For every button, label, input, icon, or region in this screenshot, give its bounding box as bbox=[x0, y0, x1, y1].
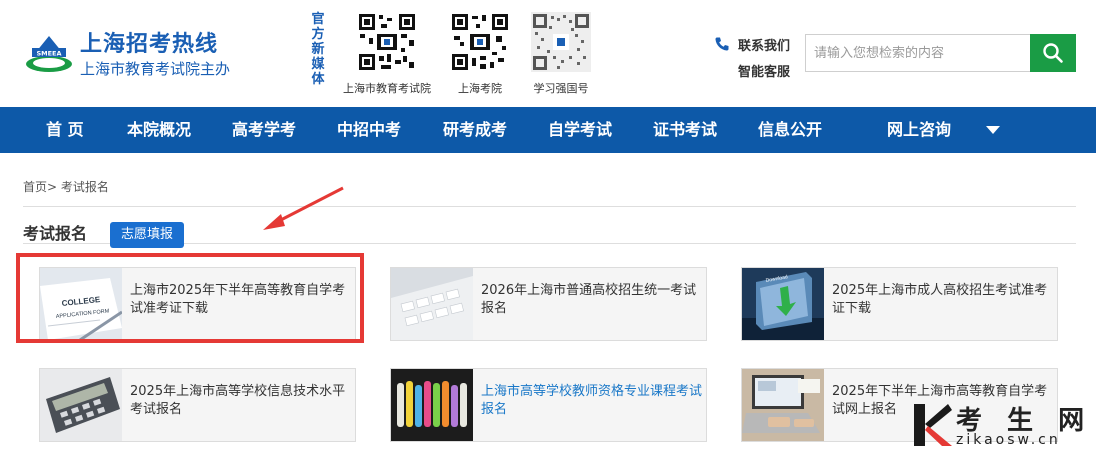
smart-service-link[interactable]: 智能客服 bbox=[716, 60, 796, 86]
keyboard-thumbnail bbox=[391, 268, 473, 340]
watermark-url: zikaosw.cn bbox=[956, 432, 1061, 448]
highlight-frame bbox=[16, 253, 364, 343]
qr-code-exam-authority[interactable]: 上海市教育考试院 bbox=[343, 12, 431, 96]
qr-code-icon bbox=[450, 12, 510, 72]
breadcrumb-current: 考试报名 bbox=[60, 180, 109, 194]
watermark-logo-icon bbox=[914, 404, 952, 446]
section-title: 考试报名 bbox=[23, 224, 88, 243]
volunteer-fill-button[interactable]: 志愿填报 bbox=[110, 222, 184, 248]
emblem-text: SMEEA bbox=[36, 50, 61, 58]
exam-card[interactable]: 上海市高等学校教师资格专业课程考试报名 bbox=[390, 368, 707, 442]
qr-code-xuexi[interactable]: 学习强国号 bbox=[531, 12, 591, 96]
card-title: 2025年上海市高等学校信息技术水平考试报名 bbox=[130, 384, 346, 417]
search-input[interactable] bbox=[806, 35, 1032, 71]
qr-code-kaoyuan[interactable]: 上海考院 bbox=[450, 12, 510, 96]
card-title: 2026年上海市普通高校招生统一考试报名 bbox=[481, 283, 697, 316]
nav-item-consult[interactable]: 网上咨询 bbox=[887, 107, 951, 153]
watermark: 考 生 网 zikaosw.cn bbox=[912, 398, 1096, 458]
card-title: 上海市高等学校教师资格专业课程考试报名 bbox=[481, 384, 703, 417]
qr-label: 学习强国号 bbox=[533, 82, 589, 95]
nav-item-yankao[interactable]: 研考成考 bbox=[443, 107, 507, 153]
qr-label: 上海考院 bbox=[458, 82, 502, 95]
nav-item-gaokao[interactable]: 高考学考 bbox=[232, 107, 296, 153]
nav-dropdown-arrow-icon[interactable] bbox=[986, 126, 1000, 134]
main-nav: 首 页 本院概况 高考学考 中招中考 研考成考 自学考试 证书考试 信息公开 网… bbox=[0, 107, 1096, 153]
search-button[interactable] bbox=[1030, 34, 1076, 72]
exam-card[interactable]: 2026年上海市普通高校招生统一考试报名 bbox=[390, 267, 707, 341]
annotation-arrow-icon bbox=[263, 186, 344, 230]
exam-card[interactable]: Download 2025年上海市成人高校招生考试准考证下载 bbox=[741, 267, 1058, 341]
site-header: SMEEA 上海招考热线 上海市教育考试院主办 官方新媒体 上海市教育考试院 上… bbox=[0, 0, 1096, 107]
card-title: 2025年上海市成人高校招生考试准考证下载 bbox=[832, 283, 1048, 316]
nav-item-zhongkao[interactable]: 中招中考 bbox=[337, 107, 401, 153]
phone-icon bbox=[715, 37, 729, 51]
nav-item-zikao[interactable]: 自学考试 bbox=[548, 107, 612, 153]
exam-card[interactable]: 2025年上海市高等学校信息技术水平考试报名 bbox=[39, 368, 356, 442]
download-folder-thumbnail: Download bbox=[742, 268, 824, 340]
qr-label: 上海市教育考试院 bbox=[343, 82, 431, 95]
nav-item-about[interactable]: 本院概况 bbox=[127, 107, 191, 153]
breadcrumb: 首页> 考试报名 bbox=[23, 178, 109, 195]
qr-code-icon bbox=[531, 12, 591, 72]
logo-subtitle: 上海市教育考试院主办 bbox=[80, 60, 231, 78]
laptop-thumbnail bbox=[742, 369, 824, 441]
breadcrumb-home[interactable]: 首页 bbox=[23, 180, 47, 194]
search-icon bbox=[1043, 43, 1063, 63]
logo-title: 上海招考热线 bbox=[80, 32, 219, 57]
breadcrumb-separator: > bbox=[47, 180, 58, 194]
nav-item-certificate[interactable]: 证书考试 bbox=[653, 107, 717, 153]
official-media-label: 官方新媒体 bbox=[311, 12, 325, 87]
nav-item-home[interactable]: 首 页 bbox=[46, 107, 84, 153]
contact-block: 联系我们 智能客服 bbox=[715, 34, 796, 86]
smeea-emblem-icon: SMEEA bbox=[26, 36, 72, 72]
chalk-thumbnail bbox=[391, 369, 473, 441]
divider bbox=[23, 206, 1076, 207]
search-box bbox=[805, 34, 1076, 72]
nav-item-info[interactable]: 信息公开 bbox=[758, 107, 822, 153]
qr-code-icon bbox=[357, 12, 417, 72]
calculator-thumbnail bbox=[40, 369, 122, 441]
site-logo[interactable]: SMEEA 上海招考热线 上海市教育考试院主办 bbox=[24, 26, 234, 82]
